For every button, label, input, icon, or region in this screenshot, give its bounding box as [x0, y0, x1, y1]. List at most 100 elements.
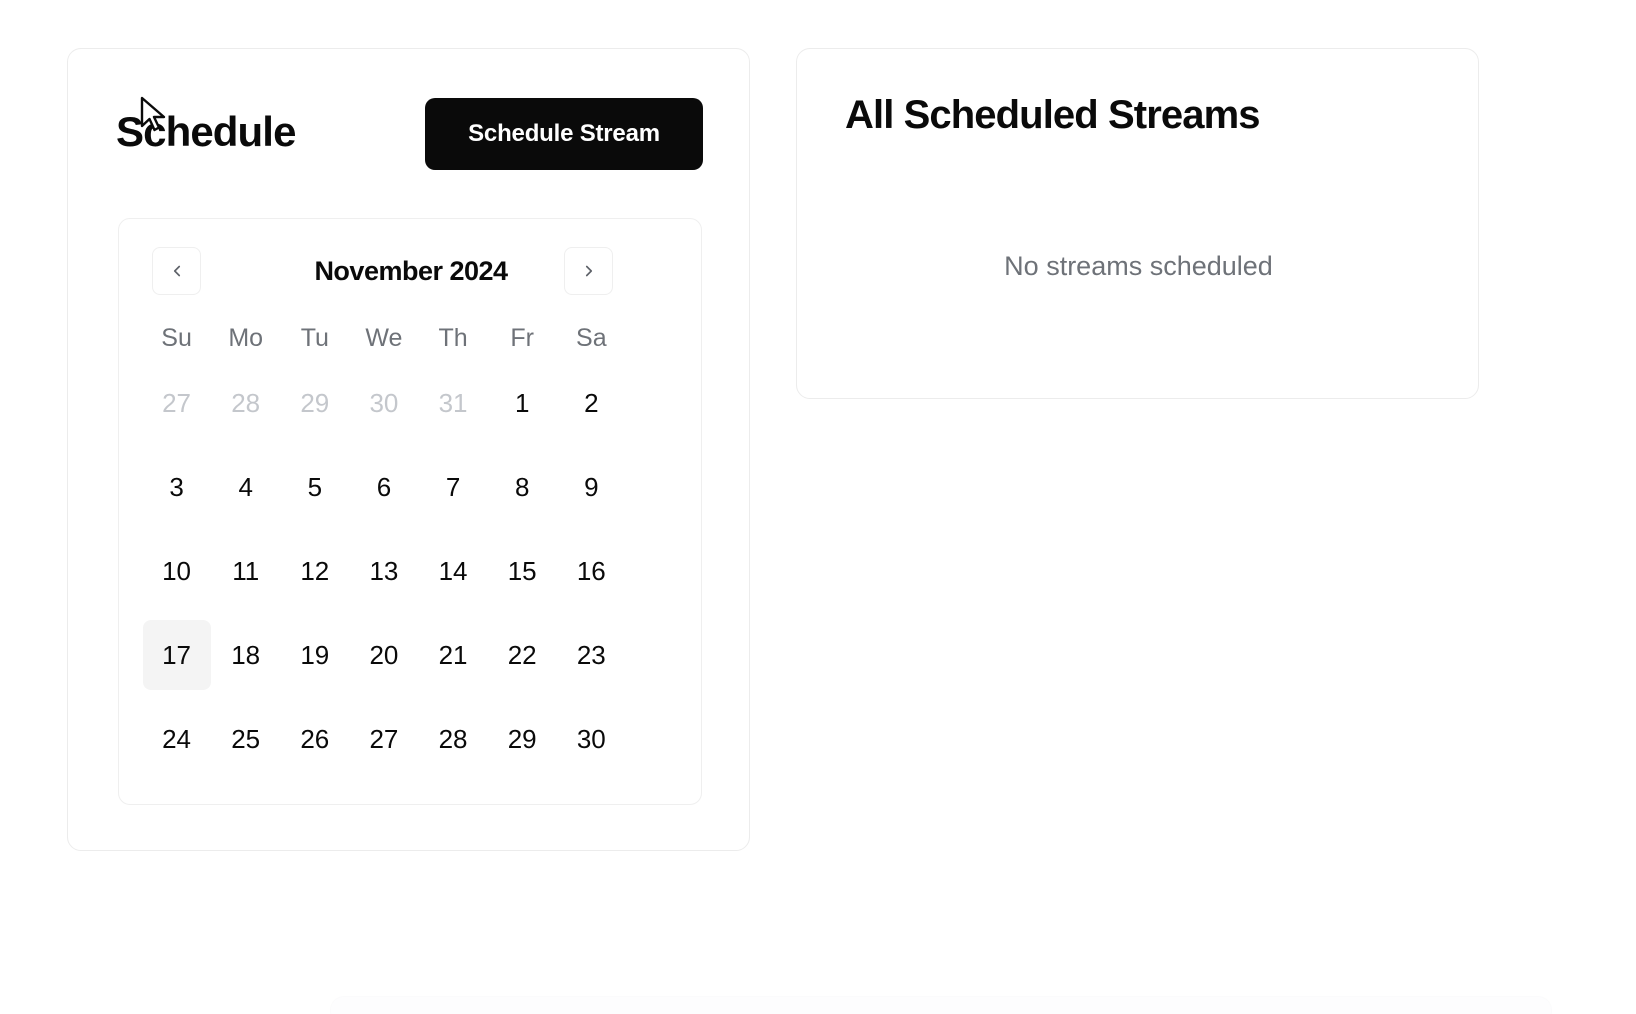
calendar-day-cell: 26 — [280, 697, 349, 781]
calendar-day-27[interactable]: 27 — [143, 368, 211, 438]
calendar-day-30[interactable]: 30 — [350, 368, 418, 438]
calendar-day-9[interactable]: 9 — [557, 452, 625, 522]
calendar-day-6[interactable]: 6 — [350, 452, 418, 522]
calendar-day-cell: 29 — [488, 697, 557, 781]
calendar-prev-month-button[interactable] — [152, 247, 201, 295]
schedule-stream-button[interactable]: Schedule Stream — [425, 98, 703, 170]
calendar-day-cell: 6 — [349, 445, 418, 529]
schedule-card: Schedule Schedule Stream November 2024 S… — [67, 48, 750, 851]
calendar-month-label: November 2024 — [314, 255, 508, 286]
calendar-day-cell: 17 — [142, 613, 211, 697]
calendar-day-20[interactable]: 20 — [350, 620, 418, 690]
scheduled-streams-title: All Scheduled Streams — [845, 93, 1260, 137]
calendar-day-29[interactable]: 29 — [281, 368, 349, 438]
calendar-day-cell: 12 — [280, 529, 349, 613]
calendar-week-row: 17 18 19 20 21 22 23 — [142, 613, 680, 697]
calendar-day-cell: 10 — [142, 529, 211, 613]
calendar-day-cell: 25 — [211, 697, 280, 781]
calendar-day-cell: 5 — [280, 445, 349, 529]
calendar-day-3[interactable]: 3 — [143, 452, 211, 522]
calendar-day-28[interactable]: 28 — [419, 704, 487, 774]
calendar-next-month-button[interactable] — [564, 247, 613, 295]
calendar-day-cell: 2 — [557, 361, 626, 445]
calendar-day-cell: 8 — [488, 445, 557, 529]
calendar-day-25[interactable]: 25 — [212, 704, 280, 774]
calendar-day-8[interactable]: 8 — [488, 452, 556, 522]
calendar-day-24[interactable]: 24 — [143, 704, 211, 774]
calendar-weekday-we: We — [365, 323, 403, 352]
below-fold-card-edge — [330, 996, 1552, 1014]
page-title: Schedule — [116, 108, 296, 155]
calendar-day-cell: 31 — [419, 361, 488, 445]
calendar-day-5[interactable]: 5 — [281, 452, 349, 522]
app-root: Schedule Schedule Stream November 2024 S… — [0, 0, 1636, 1014]
calendar-day-26[interactable]: 26 — [281, 704, 349, 774]
calendar-day-19[interactable]: 19 — [281, 620, 349, 690]
calendar-day-cell: 7 — [419, 445, 488, 529]
calendar-day-cell: 30 — [349, 361, 418, 445]
chevron-right-icon — [580, 262, 598, 280]
calendar-day-30[interactable]: 30 — [557, 704, 625, 774]
calendar-day-29[interactable]: 29 — [488, 704, 556, 774]
calendar-day-cell: 1 — [488, 361, 557, 445]
calendar-day-cell: 15 — [488, 529, 557, 613]
calendar-day-10[interactable]: 10 — [143, 536, 211, 606]
calendar-day-22[interactable]: 22 — [488, 620, 556, 690]
calendar-day-15[interactable]: 15 — [488, 536, 556, 606]
calendar-day-cell: 4 — [211, 445, 280, 529]
calendar-day-14[interactable]: 14 — [419, 536, 487, 606]
calendar-day-4[interactable]: 4 — [212, 452, 280, 522]
scheduled-streams-card: All Scheduled Streams No streams schedul… — [796, 48, 1479, 399]
calendar-weekday-mo: Mo — [228, 323, 264, 352]
calendar-weekday-tu: Tu — [300, 323, 329, 352]
calendar-day-2[interactable]: 2 — [557, 368, 625, 438]
calendar-day-cell: 27 — [349, 697, 418, 781]
calendar-day-cell: 28 — [211, 361, 280, 445]
schedule-header: Schedule Schedule Stream — [116, 98, 703, 170]
calendar-weekday-fr: Fr — [510, 323, 534, 352]
calendar-day-cell: 30 — [557, 697, 626, 781]
calendar-week-row: 24 25 26 27 28 29 30 — [142, 697, 680, 781]
calendar-day-cell: 28 — [419, 697, 488, 781]
calendar-day-28[interactable]: 28 — [212, 368, 280, 438]
calendar-day-cell: 23 — [557, 613, 626, 697]
calendar-day-cell: 24 — [142, 697, 211, 781]
calendar-day-cell: 13 — [349, 529, 418, 613]
calendar-day-17[interactable]: 17 — [142, 620, 211, 690]
calendar-day-cell: 27 — [142, 361, 211, 445]
calendar-day-cell: 11 — [211, 529, 280, 613]
calendar-weekday-th: Th — [438, 323, 468, 352]
calendar-day-cell: 16 — [557, 529, 626, 613]
calendar-weekday-sa: Sa — [576, 323, 607, 352]
calendar-day-cell: 29 — [280, 361, 349, 445]
calendar-day-13[interactable]: 13 — [350, 536, 418, 606]
calendar-day-16[interactable]: 16 — [557, 536, 625, 606]
calendar-grid: Su Mo Tu We Th Fr Sa 27 28 29 30 31 1 2 3 4 5 6 7 8 9 10 11 12 1… — [142, 315, 680, 781]
calendar-day-cell: 3 — [142, 445, 211, 529]
calendar-day-12[interactable]: 12 — [281, 536, 349, 606]
calendar-week-row: 10 11 12 13 14 15 16 — [142, 529, 680, 613]
calendar-day-11[interactable]: 11 — [212, 536, 280, 606]
calendar-day-18[interactable]: 18 — [212, 620, 280, 690]
calendar-day-cell: 18 — [211, 613, 280, 697]
calendar-day-1[interactable]: 1 — [488, 368, 556, 438]
chevron-left-icon — [168, 262, 186, 280]
calendar-weekday-su: Su — [161, 323, 192, 352]
calendar-day-31[interactable]: 31 — [419, 368, 487, 438]
calendar-nav: November 2024 — [119, 247, 703, 295]
calendar-day-cell: 22 — [488, 613, 557, 697]
calendar-day-cell: 9 — [557, 445, 626, 529]
calendar-week-row: 3456789 — [142, 445, 680, 529]
scheduled-streams-empty-state: No streams scheduled — [1004, 251, 1273, 281]
calendar-week-row: 27 28 29 30 31 1 2 — [142, 361, 680, 445]
calendar-day-cell: 21 — [419, 613, 488, 697]
calendar-weekday-row: Su Mo Tu We Th Fr Sa — [142, 315, 680, 361]
calendar-day-cell: 20 — [349, 613, 418, 697]
calendar-day-cell: 14 — [419, 529, 488, 613]
calendar-day-cell: 19 — [280, 613, 349, 697]
calendar-day-21[interactable]: 21 — [419, 620, 487, 690]
calendar-day-23[interactable]: 23 — [557, 620, 625, 690]
calendar-day-27[interactable]: 27 — [350, 704, 418, 774]
calendar-day-7[interactable]: 7 — [419, 452, 487, 522]
calendar: November 2024 Su Mo Tu We Th Fr Sa 27 28… — [118, 218, 702, 805]
